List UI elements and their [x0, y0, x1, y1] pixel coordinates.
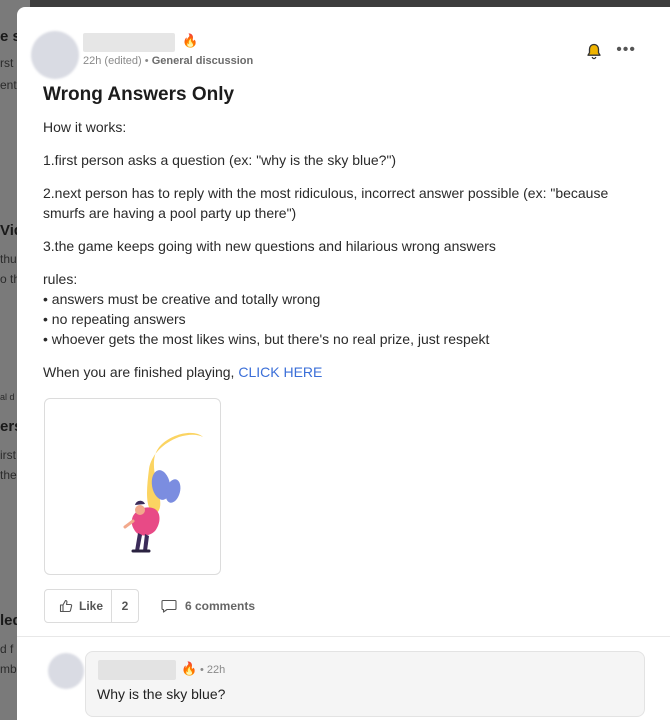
click-here-link[interactable]: CLICK HERE [238, 364, 322, 380]
post-meta: 22h (edited) • General discussion [83, 55, 253, 67]
commenter-avatar[interactable] [48, 653, 84, 689]
more-options-icon[interactable]: ••• [616, 41, 636, 59]
like-label: Like [79, 599, 104, 613]
like-count[interactable]: 2 [111, 589, 139, 623]
comments-button[interactable]: 6 comments [161, 589, 255, 623]
bell-icon[interactable] [586, 43, 602, 61]
author-name-redacted[interactable] [83, 33, 175, 52]
bg-fragment: rst [0, 56, 14, 70]
bg-fragment: d f [0, 642, 14, 656]
finish-line: When you are finished playing, CLICK HER… [43, 362, 643, 382]
bg-fragment: mb [0, 662, 17, 676]
commenter-name-redacted[interactable] [98, 660, 176, 680]
post-step-3: 3.the game keeps going with new question… [43, 238, 496, 254]
rule-item: • no repeating answers [43, 311, 186, 327]
divider [17, 636, 670, 637]
post-category[interactable]: General discussion [152, 55, 253, 67]
meta-separator: • [144, 55, 149, 67]
person-carrying-bird-illustration [123, 432, 203, 553]
post-modal: 🔥 22h (edited) • General discussion ••• … [17, 7, 670, 720]
bg-fragment: irst [0, 448, 16, 462]
bg-fragment: ent [0, 78, 17, 92]
fire-icon: 🔥 [182, 33, 199, 48]
rules-heading: rules: [43, 271, 78, 287]
post-timestamp: 22h (edited) [83, 55, 142, 67]
post-header: 🔥 22h (edited) • General discussion ••• [31, 31, 670, 79]
rule-item: • whoever gets the most likes wins, but … [43, 331, 490, 347]
bg-fragment: thu [0, 252, 17, 266]
post-title: Wrong Answers Only [43, 84, 235, 105]
fire-icon: 🔥 [181, 661, 198, 676]
rule-item: • answers must be creative and totally w… [43, 291, 321, 307]
comment-text: Why is the sky blue? [97, 686, 226, 702]
post-step-2: 2.next person has to reply with the most… [43, 185, 609, 221]
thumbs-up-icon [59, 599, 73, 613]
post-intro: How it works: [43, 119, 127, 135]
comment-time: • 22h [200, 664, 226, 676]
like-button[interactable]: Like [44, 589, 112, 623]
bg-fragment: the [0, 468, 17, 482]
author-avatar[interactable] [31, 31, 79, 79]
finish-text: When you are finished playing, [43, 364, 239, 380]
bg-fragment: al d [0, 392, 15, 402]
post-step-1: 1.first person asks a question (ex: "why… [43, 152, 397, 168]
comment-bubble: 🔥 • 22h Why is the sky blue? [85, 651, 645, 717]
post-image[interactable] [44, 398, 221, 575]
comment-bubble-icon [161, 599, 177, 613]
comments-label: 6 comments [185, 599, 256, 613]
post-body: How it works: 1.first person asks a ques… [43, 117, 643, 395]
